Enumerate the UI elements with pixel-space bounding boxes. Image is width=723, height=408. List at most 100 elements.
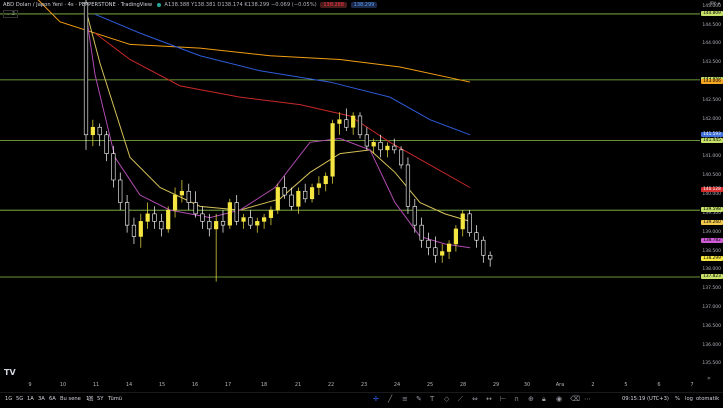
time-tick: 11 (92, 382, 100, 388)
candle-body (419, 224, 424, 241)
range-button[interactable]: 5Y (97, 396, 103, 402)
auto-toggle[interactable]: otomatik (696, 396, 719, 402)
percent-toggle[interactable]: % (675, 396, 680, 402)
price-tick: 141.000 (702, 154, 721, 160)
range-button[interactable]: 6A (49, 396, 56, 402)
candle-body (90, 126, 95, 136)
time-tick: 24 (393, 382, 401, 388)
ruler-icon[interactable]: ⊢ (500, 395, 506, 403)
candle-body (357, 115, 363, 136)
indicators-collapse-button[interactable]: ⌄ 3 (3, 10, 18, 18)
price-tick: 138.500 (702, 248, 721, 254)
crosshair-icon[interactable]: ✛ (373, 395, 379, 403)
more-tools-icon[interactable]: ⋯ (584, 395, 591, 403)
candle-body (378, 142, 383, 151)
tradingview-logo: TV (4, 368, 16, 377)
price-label: 144.809 (701, 10, 723, 16)
time-tick: 10 (59, 382, 67, 388)
price-tick: 139.000 (702, 229, 721, 235)
price-tick: 140.500 (702, 173, 721, 179)
date-range-icon[interactable]: ⊞ (88, 395, 94, 403)
price-tick: 142.500 (702, 97, 721, 103)
range-button[interactable]: 3A (38, 396, 45, 402)
forecast-icon[interactable]: ⟋ (458, 395, 463, 404)
time-tick: 6 (657, 382, 661, 388)
time-tick: 28 (459, 382, 467, 388)
price-tick: 137.000 (702, 304, 721, 310)
candle-body (453, 228, 459, 245)
arrows-icon[interactable]: ↔ (486, 395, 492, 403)
sell-price[interactable]: 138.288 (320, 2, 348, 8)
candle-body (220, 221, 226, 226)
price-tick: 137.500 (702, 286, 721, 292)
candle-body (234, 202, 239, 222)
range-button[interactable]: Bu sene (60, 396, 81, 402)
price-label: 143.006 (701, 78, 723, 84)
candle-body (152, 213, 157, 222)
zoom-icon[interactable]: ⊕ (528, 395, 534, 403)
symbol-legend[interactable]: ABD Doları / Japon Yeni · 4s · PEPPERSTO… (3, 2, 378, 8)
price-label: 141.593 (701, 132, 723, 138)
symbol-title[interactable]: ABD Doları / Japon Yeni · 4s · PEPPERSTO… (3, 2, 152, 8)
price-tick: 144.000 (702, 41, 721, 47)
eye-icon[interactable]: ◉ (556, 395, 562, 403)
candle-body (344, 119, 349, 128)
price-label: 139.598 (701, 207, 723, 213)
candle-body (241, 217, 246, 222)
price-tick: 136.000 (702, 342, 721, 348)
candle-body (385, 145, 390, 151)
price-chart[interactable] (0, 0, 700, 380)
range-button[interactable]: Tümü (108, 396, 122, 402)
lock-icon[interactable]: 🔒︎ (542, 395, 546, 404)
time-tick: 25 (426, 382, 434, 388)
clock-timezone[interactable]: 09:15:19 (UTC+3) (622, 396, 669, 402)
price-axis[interactable]: JPY ▾ 145.000144.500144.000143.500143.00… (700, 0, 723, 380)
time-tick: 17 (224, 382, 232, 388)
range-button[interactable]: 1G (5, 396, 12, 402)
brush-icon[interactable]: ✎ (416, 395, 422, 403)
candle-body (104, 134, 109, 154)
range-button[interactable]: 5G (16, 396, 23, 402)
candle-body (460, 213, 465, 230)
log-toggle[interactable]: log (685, 396, 693, 402)
candle-body (467, 213, 472, 233)
candle-body (351, 115, 356, 128)
candle-body (330, 123, 335, 177)
candle-body (405, 164, 411, 207)
candle-body (261, 217, 267, 222)
trash-icon[interactable]: ⌫ (570, 395, 580, 403)
candle-body (97, 126, 102, 136)
candle-body (446, 243, 452, 252)
price-label: 139.260 (701, 219, 723, 225)
measure-icon[interactable]: ⇔ (472, 395, 478, 403)
time-tick: 7 (690, 382, 694, 388)
candle-body (159, 221, 164, 230)
candle-body (200, 213, 205, 222)
candle-body (303, 190, 308, 200)
text-icon[interactable]: T (430, 395, 434, 403)
time-tick: Ara (555, 382, 565, 388)
candle-body (145, 213, 150, 222)
chart-area[interactable]: ABD Doları / Japon Yeni · 4s · PEPPERSTO… (0, 0, 700, 380)
time-tick: 2 (591, 382, 595, 388)
candle-body (440, 251, 445, 256)
candle-body (426, 239, 431, 249)
candle-body (207, 221, 212, 230)
range-button[interactable]: 1A (27, 396, 34, 402)
buy-price[interactable]: 138.299 (350, 2, 378, 8)
candle-body (282, 187, 287, 196)
magnet-icon[interactable]: ∩ (514, 395, 519, 403)
trendline-icon[interactable]: ╱ (388, 395, 392, 403)
candle-body (309, 187, 315, 200)
pattern-icon[interactable]: ◇ (444, 395, 449, 403)
candle-body (488, 254, 493, 260)
fib-icon[interactable]: ≡ (402, 395, 408, 403)
candle-body (248, 217, 253, 226)
time-tick: 21 (294, 382, 302, 388)
candle-body (364, 134, 369, 147)
ohlc-values: A138.388 Y138.381 D138.174 K138.299 −0.0… (164, 2, 317, 8)
price-label: 138.299 (701, 256, 723, 262)
go-to-realtime-button[interactable]: » (707, 375, 711, 382)
time-axis[interactable]: 9 10 11 14 15 16 17 18 21 22 23 24 25 28 29 30 Ara 2 5 6 7 (0, 380, 700, 392)
time-tick: 14 (125, 382, 133, 388)
